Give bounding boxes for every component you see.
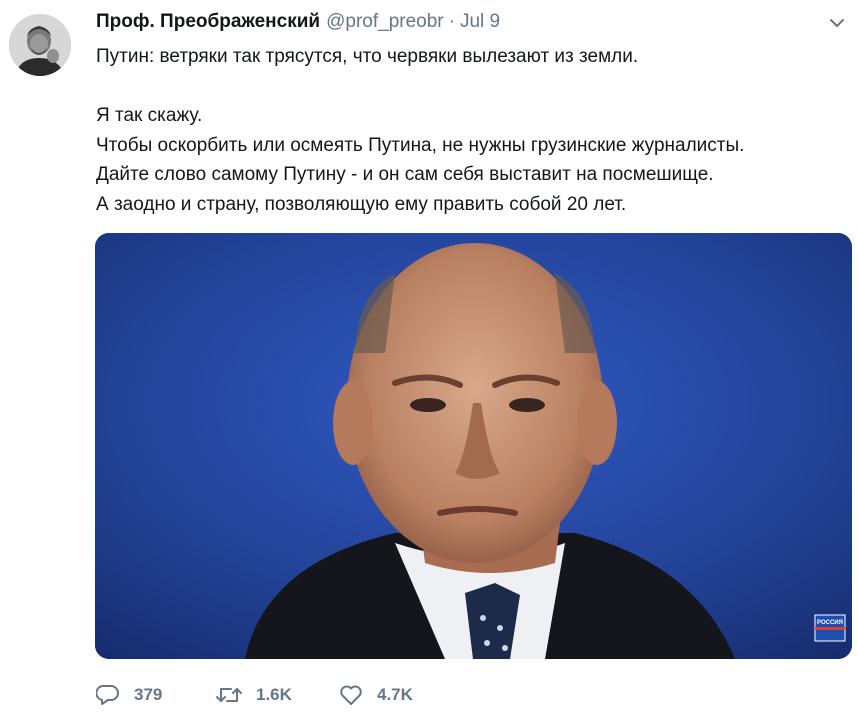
- timestamp[interactable]: Jul 9: [460, 11, 500, 33]
- channel-logo: РОССИЯ: [814, 614, 846, 642]
- chevron-down-icon: [830, 19, 844, 27]
- like-count: 4.7K: [377, 685, 413, 704]
- tweet-text-line: Я так скажу.: [96, 105, 203, 126]
- channel-logo-text: РОССИЯ: [817, 620, 843, 626]
- tweet-text: Путин: ветряки так трясутся, что червяки…: [96, 42, 846, 219]
- tweet-menu-button[interactable]: [829, 16, 845, 28]
- separator-dot: ·: [448, 11, 455, 32]
- avatar-image: [9, 14, 71, 76]
- media-image: РОССИЯ: [95, 233, 852, 659]
- heart-icon: [340, 685, 362, 705]
- tweet-text-line: Дайте слово самому Путину - и он сам себ…: [96, 164, 714, 185]
- reply-button[interactable]: 379: [96, 684, 216, 706]
- tweet-header: Проф. Преображенский @prof_preobr · Jul …: [96, 11, 500, 35]
- tweet-actions: 379 1.6K 4.7K: [96, 680, 459, 710]
- tweet-text-line: Путин: ветряки так трясутся, что червяки…: [96, 46, 639, 67]
- retweet-count: 1.6K: [256, 685, 292, 704]
- tweet: Проф. Преображенский @prof_preobr · Jul …: [0, 0, 858, 723]
- author-name[interactable]: Проф. Преображенский: [96, 11, 320, 33]
- author-handle[interactable]: @prof_preobr: [326, 11, 444, 33]
- like-button[interactable]: 4.7K: [339, 684, 459, 706]
- tweet-media-photo[interactable]: РОССИЯ: [95, 233, 852, 659]
- reply-icon: [96, 684, 119, 705]
- tweet-text-line: А заодно и страну, позволяющую ему прави…: [96, 193, 627, 215]
- reply-count: 379: [134, 685, 163, 704]
- tweet-text-line: Чтобы оскорбить или осмеять Путина, не н…: [96, 134, 745, 156]
- retweet-icon: [216, 688, 242, 702]
- avatar[interactable]: [9, 14, 71, 76]
- retweet-button[interactable]: 1.6K: [216, 684, 339, 706]
